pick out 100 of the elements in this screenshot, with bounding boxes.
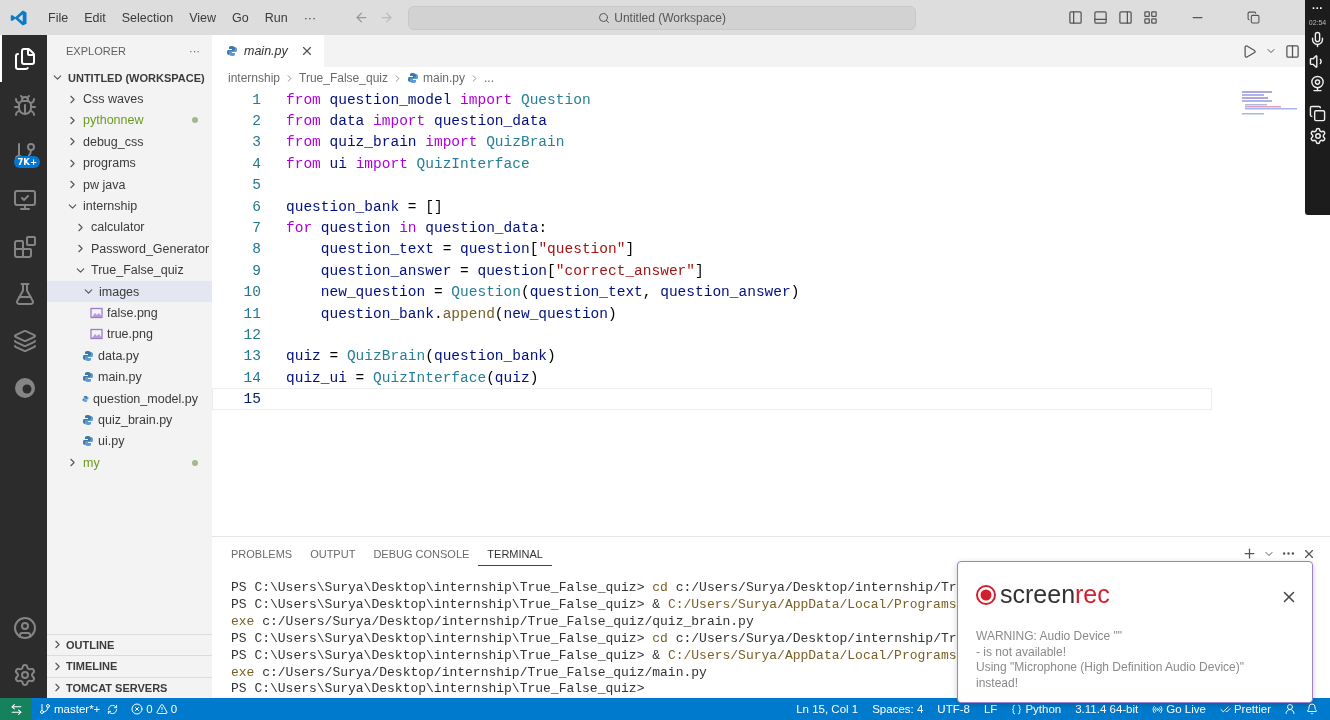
tree-item[interactable]: question_model.py [47, 387, 212, 410]
code-line: question_text = question["question"] [319, 241, 635, 258]
settings-icon[interactable] [1308, 127, 1327, 145]
panel-right-icon[interactable] [1118, 10, 1134, 25]
code-line: quiz = QuizBrain(question_bank) [286, 348, 556, 365]
panel-left-icon[interactable] [1068, 10, 1084, 25]
remote-button[interactable] [0, 698, 32, 720]
menu-item[interactable]: File [40, 10, 77, 25]
close-icon[interactable] [300, 44, 314, 58]
python-file-icon [82, 413, 94, 426]
status-item[interactable]: Ln 15, Col 1 [789, 703, 866, 715]
menu-item[interactable]: Run [256, 10, 296, 25]
status-item[interactable]: Go Live [1145, 703, 1213, 715]
monitor-icon [12, 187, 37, 212]
search-icon [598, 11, 611, 24]
line-number: 14 [242, 369, 261, 386]
python-file-icon [82, 349, 94, 362]
panel-tab[interactable]: DEBUG CONSOLE [364, 541, 479, 566]
tree-item[interactable]: debug_css [47, 131, 212, 153]
layers-icon [12, 328, 37, 353]
breadcrumb[interactable]: main.py [422, 71, 465, 85]
tree-item[interactable]: programs [47, 152, 212, 174]
sync-icon[interactable] [107, 703, 119, 715]
menu-item[interactable]: Go [224, 10, 257, 25]
broadcast-icon [1152, 703, 1164, 715]
tree-item[interactable]: Password_Generator [47, 238, 212, 260]
tree-item[interactable]: pw java [47, 173, 212, 196]
tree-item[interactable]: True_False_quiz [47, 259, 212, 281]
python-file-icon [406, 72, 419, 84]
split-editor-icon[interactable] [1285, 43, 1300, 59]
status-item[interactable]: Spaces: 4 [865, 703, 931, 715]
status-item[interactable]: UTF-8 [930, 703, 977, 715]
workspace-header[interactable]: UNTITLED (WORKSPACE) [47, 67, 212, 89]
breadcrumb[interactable]: True_False_quiz [299, 71, 388, 85]
status-item[interactable]: Python [1004, 703, 1069, 715]
bug-icon [12, 93, 37, 118]
code-line: from data import question_data [286, 113, 548, 130]
explorer-title: EXPLORER [66, 45, 126, 57]
status-item[interactable]: LF [976, 703, 1005, 715]
code-line: question_bank = [] [286, 198, 443, 215]
breadcrumb[interactable]: internship [228, 71, 281, 85]
status-item[interactable]: Prettier [1212, 703, 1278, 715]
tree-item[interactable]: data.py [47, 345, 212, 367]
webcam-icon[interactable] [1309, 75, 1326, 92]
tree-item[interactable]: ui.py [47, 430, 212, 453]
tree-item[interactable]: calculator [47, 216, 212, 239]
run-icon[interactable] [1242, 43, 1257, 59]
plus-icon[interactable] [1242, 546, 1257, 561]
menu-item[interactable]: Selection [113, 10, 182, 25]
section-header[interactable]: TIMELINE [47, 655, 212, 677]
menu-item[interactable]: View [181, 10, 224, 25]
tree-item[interactable]: false.png [47, 302, 212, 324]
tree-item[interactable]: main.py [47, 366, 212, 388]
layout-grid-icon[interactable] [1143, 10, 1159, 25]
more-actions[interactable]: ··· [1312, 2, 1323, 14]
panel-tab[interactable]: TERMINAL [478, 541, 552, 566]
more-actions[interactable]: ··· [189, 45, 200, 57]
terminal-line: PS C:\Users\Surya\Desktop\internship\True_False_quiz> cd c:/Users/Surya/Desktop/internship/Tr [231, 580, 957, 597]
line-number: 9 [251, 262, 261, 279]
editor-tab[interactable]: main.py [212, 35, 324, 67]
tree-item[interactable]: internship [47, 195, 212, 217]
account-icon[interactable] [12, 615, 37, 640]
activity-tab[interactable]: 7K+ [0, 129, 47, 176]
line-number: 4 [251, 155, 261, 172]
panel-bottom-icon[interactable] [1093, 10, 1109, 25]
arrows-icon [9, 702, 23, 716]
status-item[interactable]: 3.11.4 64-bit [1068, 703, 1146, 715]
restore-icon[interactable] [1247, 11, 1261, 24]
tree-item[interactable]: quiz_brain.py [47, 409, 212, 431]
tree-item[interactable]: true.png [47, 323, 212, 346]
tree-item[interactable]: images [47, 280, 212, 303]
windows-icon[interactable] [1309, 105, 1326, 122]
code-line: from question_model import Question [286, 91, 591, 108]
panel-tab[interactable]: PROBLEMS [222, 541, 302, 566]
branch-status[interactable]: master*+ [32, 703, 108, 715]
section-header[interactable]: OUTLINE [47, 633, 212, 655]
panel-tab[interactable]: OUTPUT [301, 541, 365, 566]
image-file-icon [90, 307, 103, 319]
tree-item[interactable]: Css waves [47, 88, 212, 110]
menu-item[interactable]: ··· [295, 10, 325, 25]
line-number: 3 [251, 134, 261, 151]
line-number: 11 [242, 305, 261, 322]
breadcrumb[interactable]: ... [484, 71, 494, 85]
line-number: 6 [251, 198, 261, 215]
line-number: 2 [251, 113, 261, 130]
warning-message: WARNING: Audio Device "" - is not available! Using "Microphone (High Definition Audio Device)" instead! [976, 629, 1245, 691]
line-number: 12 [242, 327, 261, 343]
command-center-search[interactable]: Untitled (Workspace) [408, 5, 917, 30]
count-badge: 7K+ [14, 156, 40, 168]
line-number: 15 [242, 391, 261, 408]
problems-status[interactable]: 0 0 [124, 703, 185, 715]
python-file-icon [82, 371, 94, 384]
microphone-icon[interactable] [1309, 31, 1326, 48]
code-line: from ui import QuizInterface [286, 155, 530, 172]
terminal-line: exe c:/Users/Surya/Desktop/internship/True_False_quiz/quiz_brain.py [231, 613, 754, 631]
menu-item[interactable]: Edit [76, 10, 114, 25]
line-number: 10 [242, 284, 261, 301]
line-number: 13 [242, 348, 261, 365]
python-file-icon [82, 435, 94, 448]
error-icon [131, 703, 144, 715]
